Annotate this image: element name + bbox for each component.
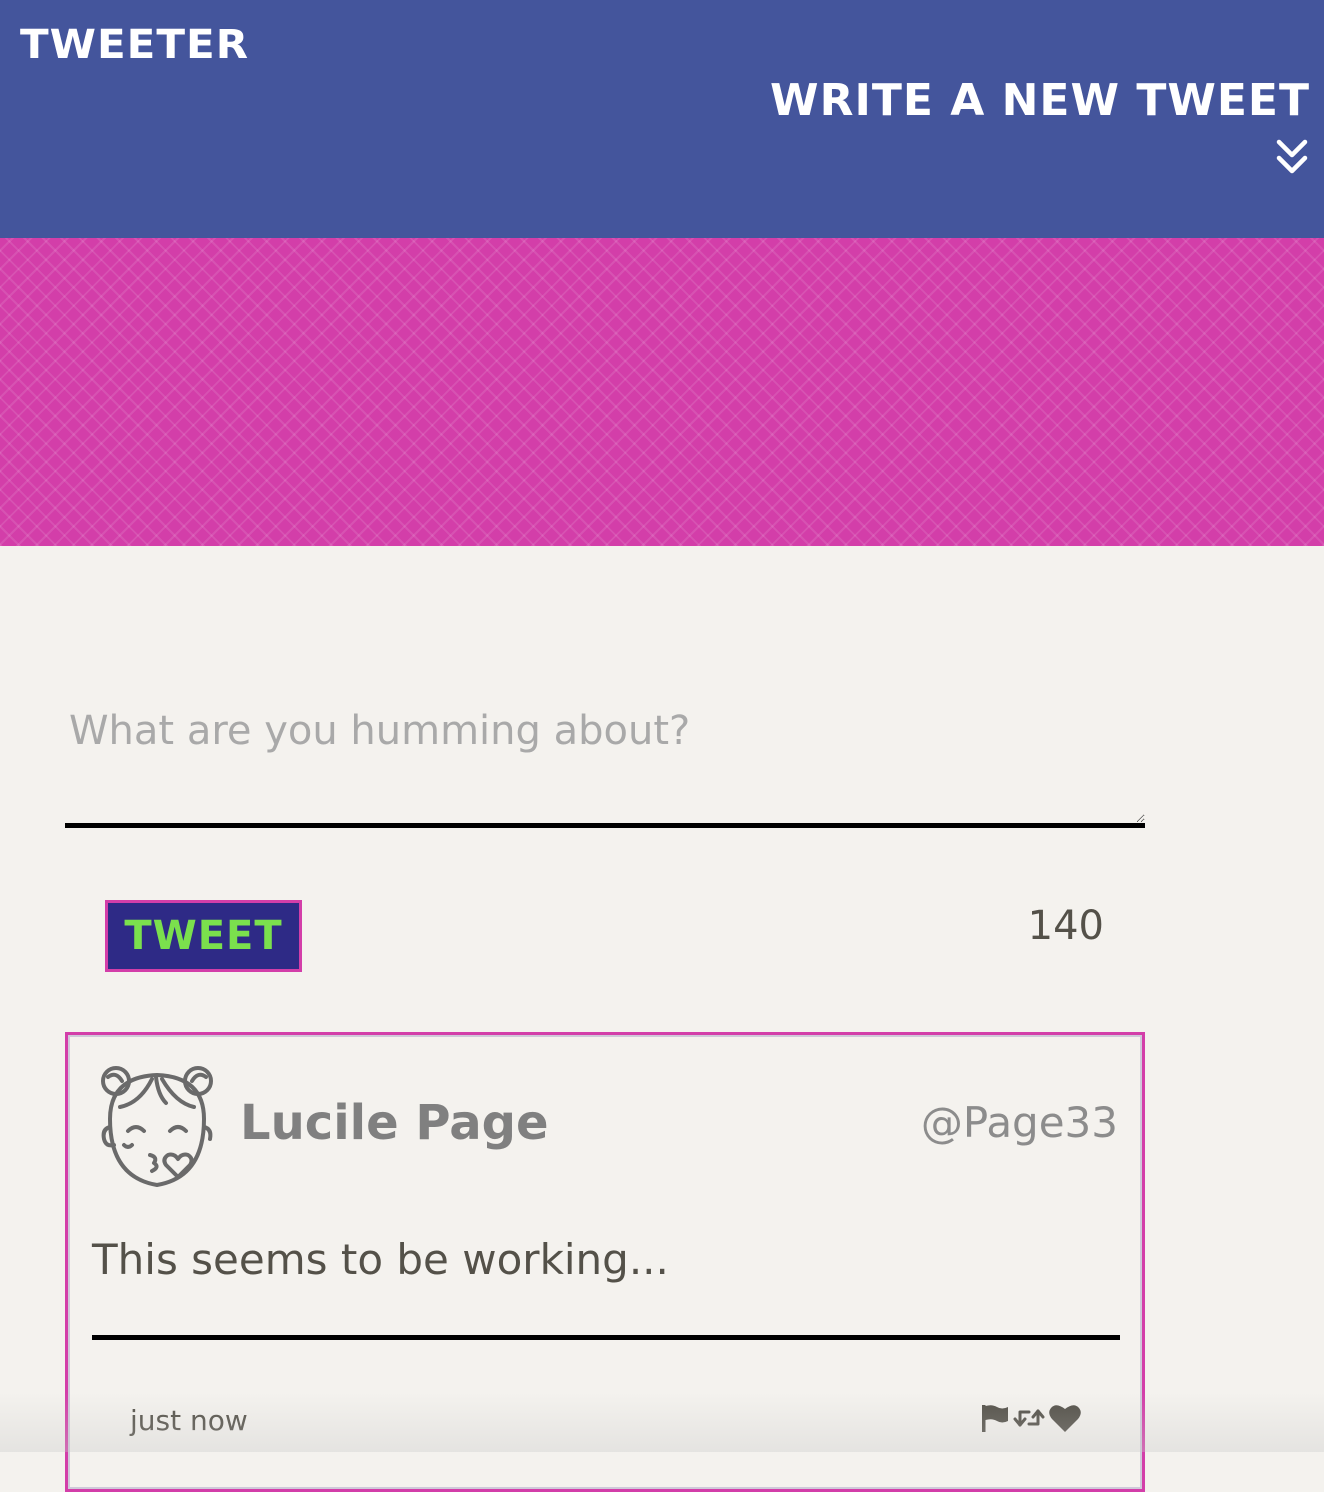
tweet-actions [980,1403,1082,1433]
tweet-card: Lucile Page @Page33 This seems to be wor… [65,1032,1145,1492]
flag-icon[interactable] [980,1403,1010,1433]
retweet-icon[interactable] [1012,1403,1046,1433]
brand-logo-text[interactable]: TWEETER [20,22,249,68]
new-tweet-form [65,690,1145,828]
tweet-timestamp: just now [130,1404,248,1437]
double-chevron-down-icon[interactable] [1276,138,1308,178]
kissing-girl-avatar-icon [101,1066,213,1187]
header-banner [0,238,1324,546]
write-new-tweet-toggle[interactable]: WRITE A NEW TWEET [770,74,1310,178]
tweet-author-handle: @Page33 [920,1098,1118,1147]
tweet-author-name: Lucile Page [240,1095,549,1151]
write-new-tweet-label[interactable]: WRITE A NEW TWEET [770,74,1310,128]
tweet-text-input[interactable] [65,690,1145,828]
tweet-text: This seems to be working... [92,1235,669,1284]
tweet-divider [92,1335,1120,1340]
tweet-submit-button[interactable]: TWEET [105,900,302,972]
heart-icon[interactable] [1048,1403,1082,1433]
character-counter: 140 [1027,903,1104,949]
top-nav: TWEETER WRITE A NEW TWEET [0,0,1324,238]
